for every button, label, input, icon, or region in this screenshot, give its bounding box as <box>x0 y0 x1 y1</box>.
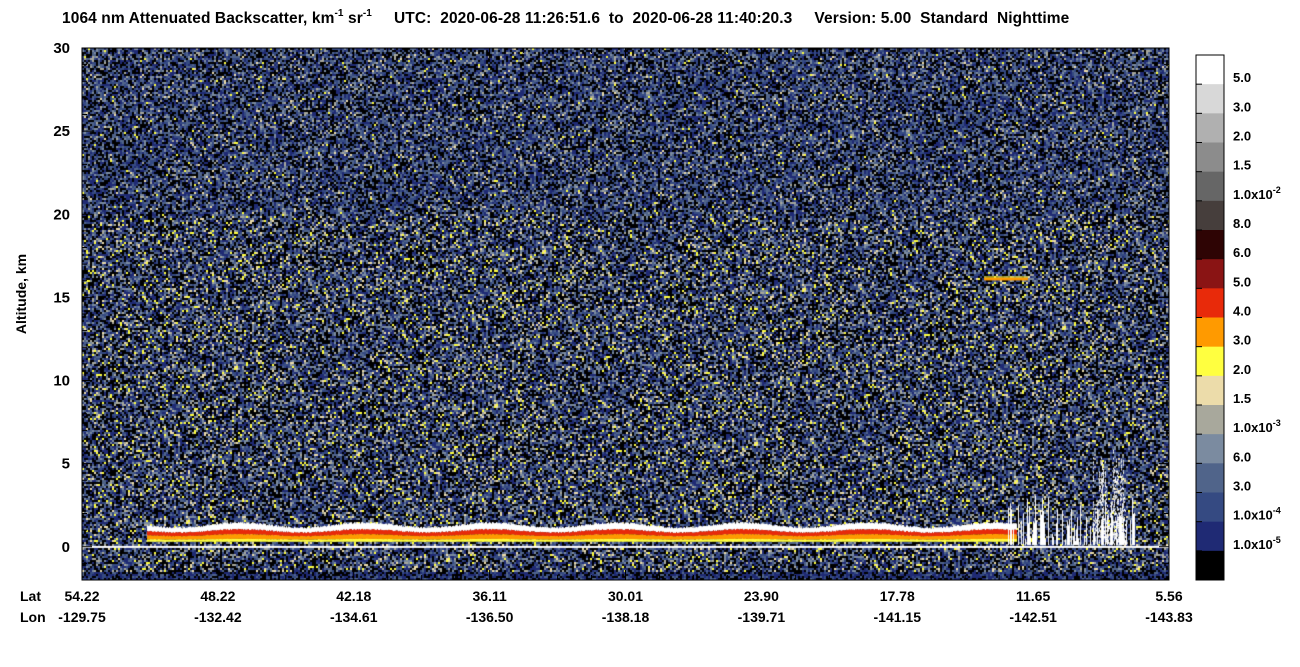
x-tick-lon: -134.61 <box>330 609 378 625</box>
x-row-label-lat: Lat <box>20 588 41 604</box>
x-tick-lat: 42.18 <box>336 588 371 604</box>
plot-area <box>82 48 1169 580</box>
x-tick-lat: 48.22 <box>200 588 235 604</box>
colorbar-label: 1.0x10-2 <box>1233 185 1281 202</box>
colorbar-swatch <box>1196 55 1224 85</box>
colorbar-label: 6.0 <box>1233 449 1251 464</box>
y-tick-label: 25 <box>53 123 70 140</box>
y-tick-label: 20 <box>53 206 70 223</box>
colorbar-swatch <box>1196 550 1224 581</box>
colorbar: 5.0 3.0 2.0 1.5 1.0x10-2 8.0 6.0 5.0 4.0 3.0 2.0 1.… <box>1195 54 1281 581</box>
colorbar-swatch <box>1196 171 1224 202</box>
colorbar-swatch <box>1196 113 1224 143</box>
colorbar-label: 4.0 <box>1233 304 1251 319</box>
colorbar-label: 5.0 <box>1233 274 1251 289</box>
x-tick-lon: -136.50 <box>466 609 514 625</box>
colorbar-label: 2.0 <box>1233 362 1251 377</box>
colorbar-swatch <box>1196 346 1224 377</box>
x-tick-lon: -143.83 <box>1145 609 1193 625</box>
x-tick-lon: -139.71 <box>738 609 786 625</box>
colorbar-label: 1.0x10-4 <box>1233 506 1281 523</box>
y-axis-label: Altitude, km <box>13 254 29 334</box>
colorbar-label: 6.0 <box>1233 245 1251 260</box>
colorbar-swatch <box>1196 259 1224 289</box>
x-tick-lon: -142.51 <box>1009 609 1057 625</box>
colorbar-label: 1.5 <box>1233 158 1251 173</box>
colorbar-swatch <box>1196 200 1224 231</box>
colorbar-label: 2.0 <box>1233 129 1251 144</box>
colorbar-label: 1.0x10-3 <box>1233 418 1281 435</box>
x-row-label-lon: Lon <box>20 609 46 625</box>
x-tick-lat: 30.01 <box>608 588 643 604</box>
colorbar-swatch <box>1196 84 1224 114</box>
x-tick-lat: 23.90 <box>744 588 779 604</box>
x-tick-lon: -129.75 <box>58 609 106 625</box>
colorbar-swatch <box>1196 405 1224 435</box>
colorbar-swatch <box>1196 434 1224 464</box>
colorbar-label: 3.0 <box>1233 479 1251 494</box>
colorbar-swatch <box>1196 317 1224 348</box>
y-tick-label: 30 <box>53 40 70 57</box>
x-tick-lon: -132.42 <box>194 609 242 625</box>
y-tick-label: 15 <box>53 289 70 306</box>
x-tick-lat: 5.56 <box>1155 588 1182 604</box>
colorbar-label: 3.0 <box>1233 99 1251 114</box>
x-tick-lon: -138.18 <box>602 609 650 625</box>
backscatter-chart: 0 5 10 15 20 25 30 Altitude, km 54.22 -129.75 48.2… <box>13 40 1281 625</box>
colorbar-label: 1.5 <box>1233 391 1251 406</box>
colorbar-label: 1.0x10-5 <box>1233 535 1281 552</box>
colorbar-label: 3.0 <box>1233 333 1251 348</box>
colorbar-label: 5.0 <box>1233 70 1251 85</box>
x-tick-lat: 11.65 <box>1016 588 1050 604</box>
x-tick-lat: 17.78 <box>880 588 915 604</box>
x-tick-lon: -141.15 <box>874 609 922 625</box>
colorbar-swatch <box>1196 142 1224 173</box>
colorbar-label: 8.0 <box>1233 216 1251 231</box>
colorbar-swatch <box>1196 492 1224 523</box>
x-tick-lat: 36.11 <box>472 588 506 604</box>
colorbar-swatch <box>1196 230 1224 260</box>
y-tick-label: 0 <box>62 539 70 556</box>
y-tick-label: 5 <box>62 456 70 473</box>
colorbar-swatch <box>1196 375 1224 406</box>
colorbar-swatch <box>1196 288 1224 318</box>
y-tick-label: 10 <box>53 373 70 390</box>
backscatter-heatmap <box>82 48 1169 580</box>
x-tick-lat: 54.22 <box>64 588 99 604</box>
colorbar-swatch <box>1196 463 1224 493</box>
colorbar-swatch <box>1196 521 1224 552</box>
